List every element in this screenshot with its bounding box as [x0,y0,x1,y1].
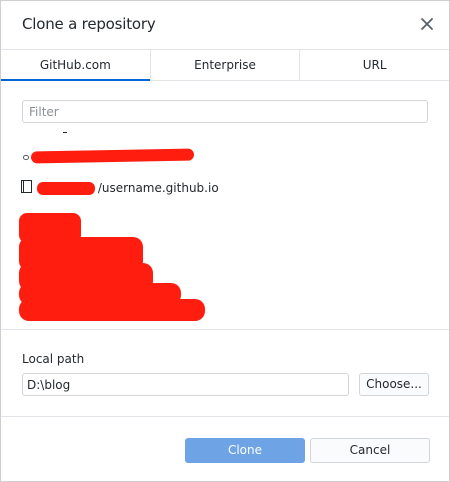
user-icon [23,155,29,160]
tab-github-com[interactable]: GitHub.com [1,50,150,81]
local-path-label: Local path [22,352,85,366]
tab-bar: GitHub.com Enterprise URL [1,49,449,81]
clone-repository-dialog: Clone a repository GitHub.com Enterprise… [0,0,450,482]
choose-button[interactable]: Choose... [359,373,429,396]
filter-input[interactable] [22,100,428,123]
cancel-button[interactable]: Cancel [310,438,430,463]
dialog-title: Clone a repository [22,15,156,33]
local-path-input[interactable] [22,373,349,396]
redaction-mark [37,182,95,195]
divider [1,329,449,330]
repo-icon [21,180,32,193]
text-fragment [63,132,67,133]
clone-button[interactable]: Clone [185,438,305,463]
divider [1,416,449,417]
close-button[interactable] [417,14,437,34]
close-icon [421,18,433,30]
repository-list[interactable]: /username.github.io [1,127,449,327]
redaction-mark [30,148,195,164]
redaction-mark [19,299,205,321]
repo-name: /username.github.io [97,181,219,195]
tab-url[interactable]: URL [299,50,449,80]
dialog-header: Clone a repository [1,1,449,49]
tab-enterprise[interactable]: Enterprise [149,50,300,80]
